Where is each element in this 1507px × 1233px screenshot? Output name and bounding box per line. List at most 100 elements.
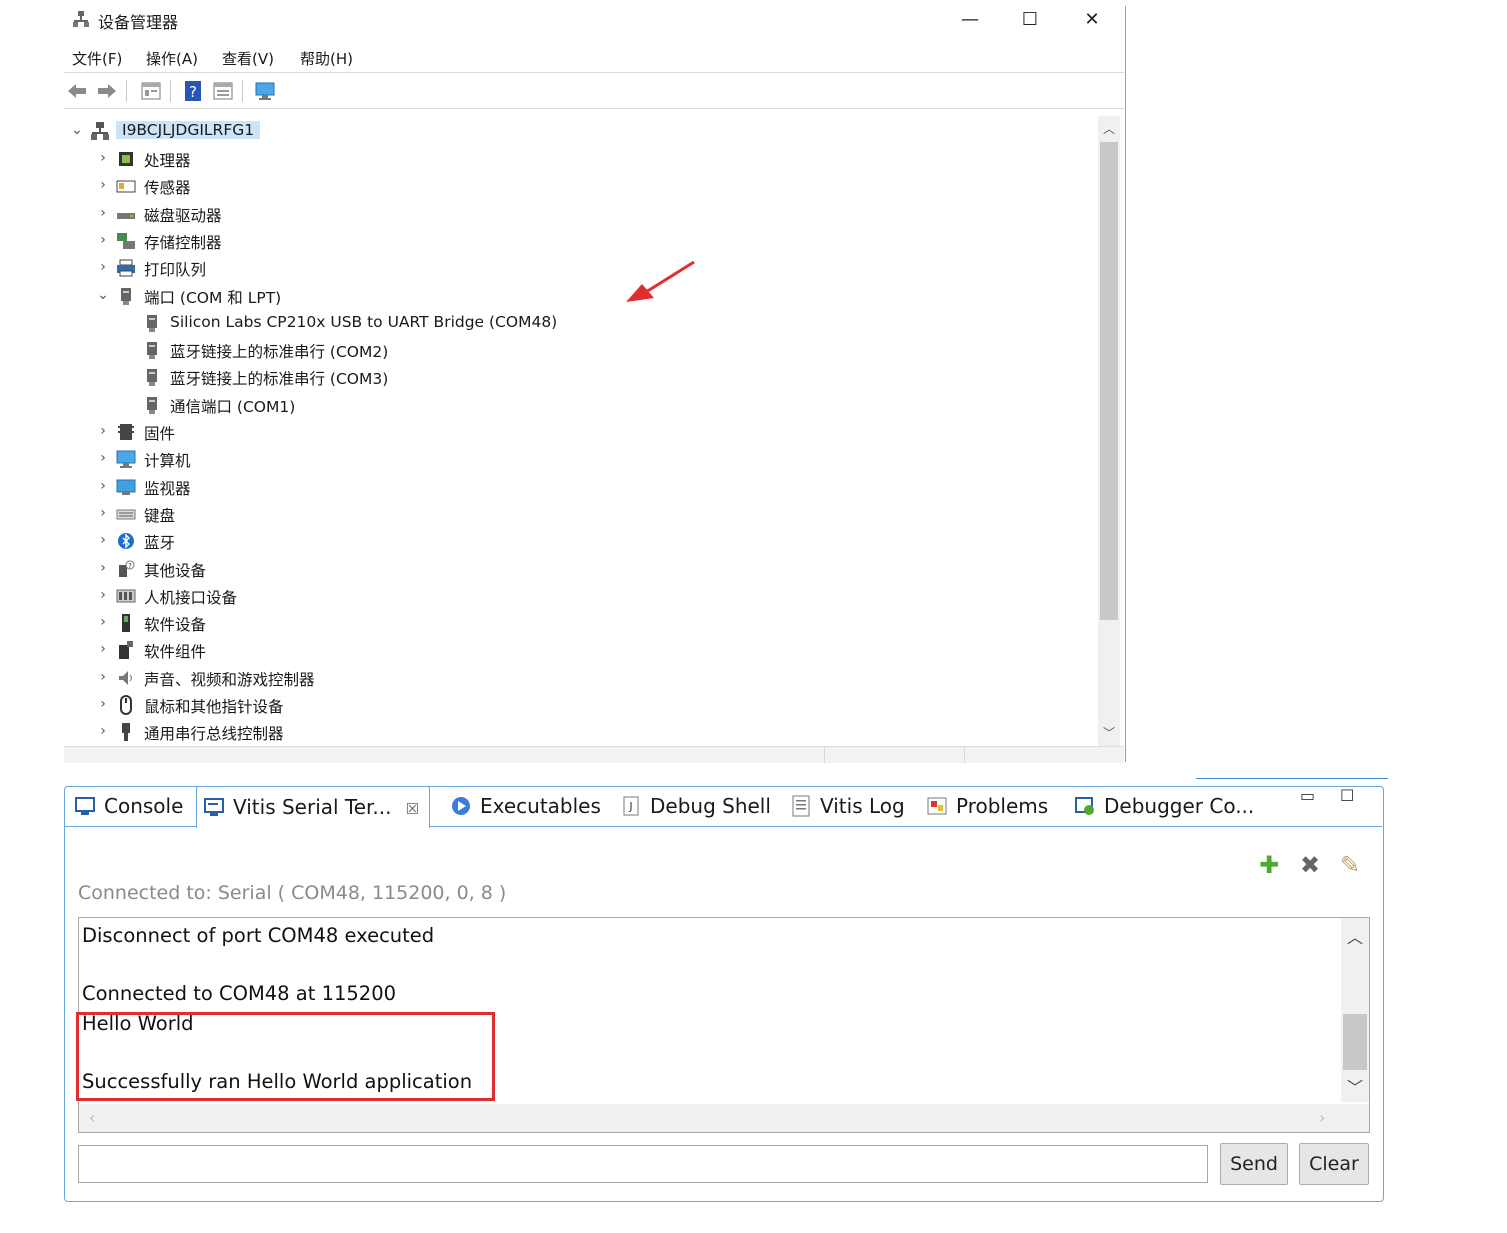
- tree-category[interactable]: › 软件设备: [96, 610, 696, 636]
- chevron-right-icon[interactable]: ›: [96, 421, 110, 441]
- scroll-right-icon[interactable]: ›: [1319, 1108, 1325, 1127]
- menu-view[interactable]: 查看(V): [222, 48, 274, 69]
- svg-text:J: J: [628, 800, 632, 813]
- disconnect-icon[interactable]: ✖: [1297, 852, 1323, 878]
- tree-category[interactable]: › 通用串行总线控制器: [96, 719, 696, 745]
- tree-category[interactable]: › 鼠标和其他指针设备: [96, 692, 696, 718]
- terminal-vscrollbar[interactable]: ︿ ﹀: [1341, 918, 1369, 1102]
- chevron-right-icon[interactable]: ›: [96, 612, 110, 632]
- chevron-right-icon[interactable]: ›: [96, 148, 110, 168]
- tab-problems[interactable]: Problems: [926, 786, 1048, 826]
- tree-category[interactable]: › 声音、视频和游戏控制器: [96, 665, 696, 691]
- toolbar-separator: [170, 80, 171, 102]
- tree-category[interactable]: › 蓝牙: [96, 528, 696, 554]
- tree-category[interactable]: › 软件组件: [96, 637, 696, 663]
- tree-category[interactable]: › 传感器: [96, 173, 696, 199]
- tree-category[interactable]: › 键盘: [96, 501, 696, 527]
- scroll-thumb[interactable]: [1100, 142, 1118, 620]
- maximize-panel-button[interactable]: ☐: [1340, 786, 1354, 805]
- scroll-down-icon[interactable]: ﹀: [1341, 1074, 1369, 1098]
- tree-category[interactable]: ›? 其他设备: [96, 556, 696, 582]
- tab-vitis-log[interactable]: Vitis Log: [790, 786, 905, 826]
- chevron-right-icon[interactable]: ›: [96, 503, 110, 523]
- tree-category[interactable]: › 打印队列: [96, 255, 696, 281]
- tree-category[interactable]: › 人机接口设备: [96, 583, 696, 609]
- tab-debugger-co[interactable]: Debugger Co...: [1074, 786, 1254, 826]
- device-label: 蓝牙链接上的标准串行 (COM3): [170, 370, 389, 389]
- tree-category[interactable]: › 计算机: [96, 446, 696, 472]
- chevron-right-icon[interactable]: ›: [96, 639, 110, 659]
- tab-label: Executables: [480, 794, 601, 818]
- send-button[interactable]: Send: [1220, 1143, 1288, 1185]
- tree-category[interactable]: › 磁盘驱动器: [96, 201, 696, 227]
- forward-arrow-icon[interactable]: [96, 80, 118, 102]
- window-title: 设备管理器: [98, 13, 179, 32]
- tree-category[interactable]: › 存储控制器: [96, 228, 696, 254]
- chevron-right-icon[interactable]: ›: [96, 721, 110, 741]
- chevron-right-icon[interactable]: ›: [96, 558, 110, 578]
- scroll-down-icon[interactable]: ﹀: [1098, 724, 1120, 741]
- back-arrow-icon[interactable]: [66, 80, 88, 102]
- tree-scrollbar[interactable]: ︿ ﹀: [1098, 116, 1120, 746]
- close-button[interactable]: ✕: [1072, 6, 1112, 34]
- chevron-right-icon[interactable]: ›: [96, 530, 110, 550]
- serial-terminal-icon: [204, 798, 224, 816]
- tree-category[interactable]: › 处理器: [96, 146, 696, 172]
- tab-executables[interactable]: Executables: [450, 786, 601, 826]
- menu-file[interactable]: 文件(F): [72, 48, 122, 69]
- view-list-icon[interactable]: [212, 80, 234, 102]
- tab-vitis-serial-ter[interactable]: Vitis Serial Ter... ☒: [196, 786, 430, 828]
- maximize-button[interactable]: ☐: [1010, 6, 1050, 34]
- device-manager-icon: [73, 11, 89, 27]
- panel-accent-line: [1196, 778, 1388, 779]
- chevron-right-icon[interactable]: ›: [96, 257, 110, 277]
- tab-debug-shell[interactable]: J Debug Shell: [620, 786, 771, 826]
- tree-category[interactable]: ⌄ 端口 (COM 和 LPT): [96, 283, 696, 309]
- chevron-down-icon[interactable]: ⌄: [70, 120, 84, 140]
- tree-device[interactable]: Silicon Labs CP210x USB to UART Bridge (…: [122, 310, 722, 336]
- clear-button[interactable]: Clear: [1299, 1143, 1369, 1185]
- scroll-up-icon[interactable]: ︿: [1341, 924, 1369, 948]
- svg-text:?: ?: [189, 83, 197, 101]
- minimize-button[interactable]: —: [950, 6, 990, 34]
- scroll-left-icon[interactable]: ‹: [89, 1108, 95, 1127]
- menu-action[interactable]: 操作(A): [146, 48, 198, 69]
- add-connection-icon[interactable]: ✚: [1256, 852, 1282, 878]
- properties-icon[interactable]: [140, 80, 162, 102]
- debug-shell-icon: J: [623, 796, 639, 816]
- tab-console[interactable]: Console: [74, 786, 183, 826]
- chevron-right-icon[interactable]: ›: [96, 203, 110, 223]
- storage-controller-icon: [117, 232, 135, 249]
- close-tab-icon[interactable]: ☒: [406, 800, 419, 818]
- title-bar: 设备管理器 — ☐ ✕: [64, 0, 1126, 40]
- chevron-right-icon[interactable]: ›: [96, 230, 110, 250]
- clear-console-icon[interactable]: ✎: [1337, 852, 1363, 878]
- chevron-right-icon[interactable]: ›: [96, 448, 110, 468]
- firmware-icon: [118, 424, 134, 440]
- tree-device[interactable]: 通信端口 (COM1): [122, 392, 722, 418]
- chevron-right-icon[interactable]: ›: [96, 667, 110, 687]
- category-label: 软件设备: [144, 616, 207, 635]
- chevron-right-icon[interactable]: ›: [96, 476, 110, 496]
- tree-category[interactable]: › 监视器: [96, 474, 696, 500]
- scroll-up-icon[interactable]: ︿: [1098, 120, 1120, 137]
- chevron-right-icon[interactable]: ›: [96, 694, 110, 714]
- tree-device[interactable]: 蓝牙链接上的标准串行 (COM2): [122, 337, 722, 363]
- menu-bar: 文件(F) 操作(A) 查看(V) 帮助(H): [64, 44, 1126, 70]
- chevron-right-icon[interactable]: ›: [96, 585, 110, 605]
- chevron-right-icon[interactable]: ›: [96, 175, 110, 195]
- category-label: 人机接口设备: [144, 588, 238, 607]
- scroll-thumb[interactable]: [1343, 1014, 1367, 1070]
- scan-hardware-icon[interactable]: [254, 80, 276, 102]
- tree-device[interactable]: 蓝牙链接上的标准串行 (COM3): [122, 364, 722, 390]
- minimize-panel-button[interactable]: ▭: [1300, 786, 1315, 805]
- menu-help[interactable]: 帮助(H): [300, 48, 353, 69]
- chevron-down-icon[interactable]: ⌄: [96, 285, 110, 305]
- tree-root[interactable]: ⌄ I9BCJLJDGILRFG1: [70, 118, 270, 144]
- root-label: I9BCJLJDGILRFG1: [116, 121, 261, 139]
- terminal-hscrollbar[interactable]: ‹ ›: [79, 1104, 1369, 1132]
- category-label: 计算机: [144, 452, 191, 471]
- tree-category[interactable]: › 固件: [96, 419, 696, 445]
- send-input[interactable]: [78, 1145, 1208, 1183]
- help-icon[interactable]: ?: [182, 80, 204, 102]
